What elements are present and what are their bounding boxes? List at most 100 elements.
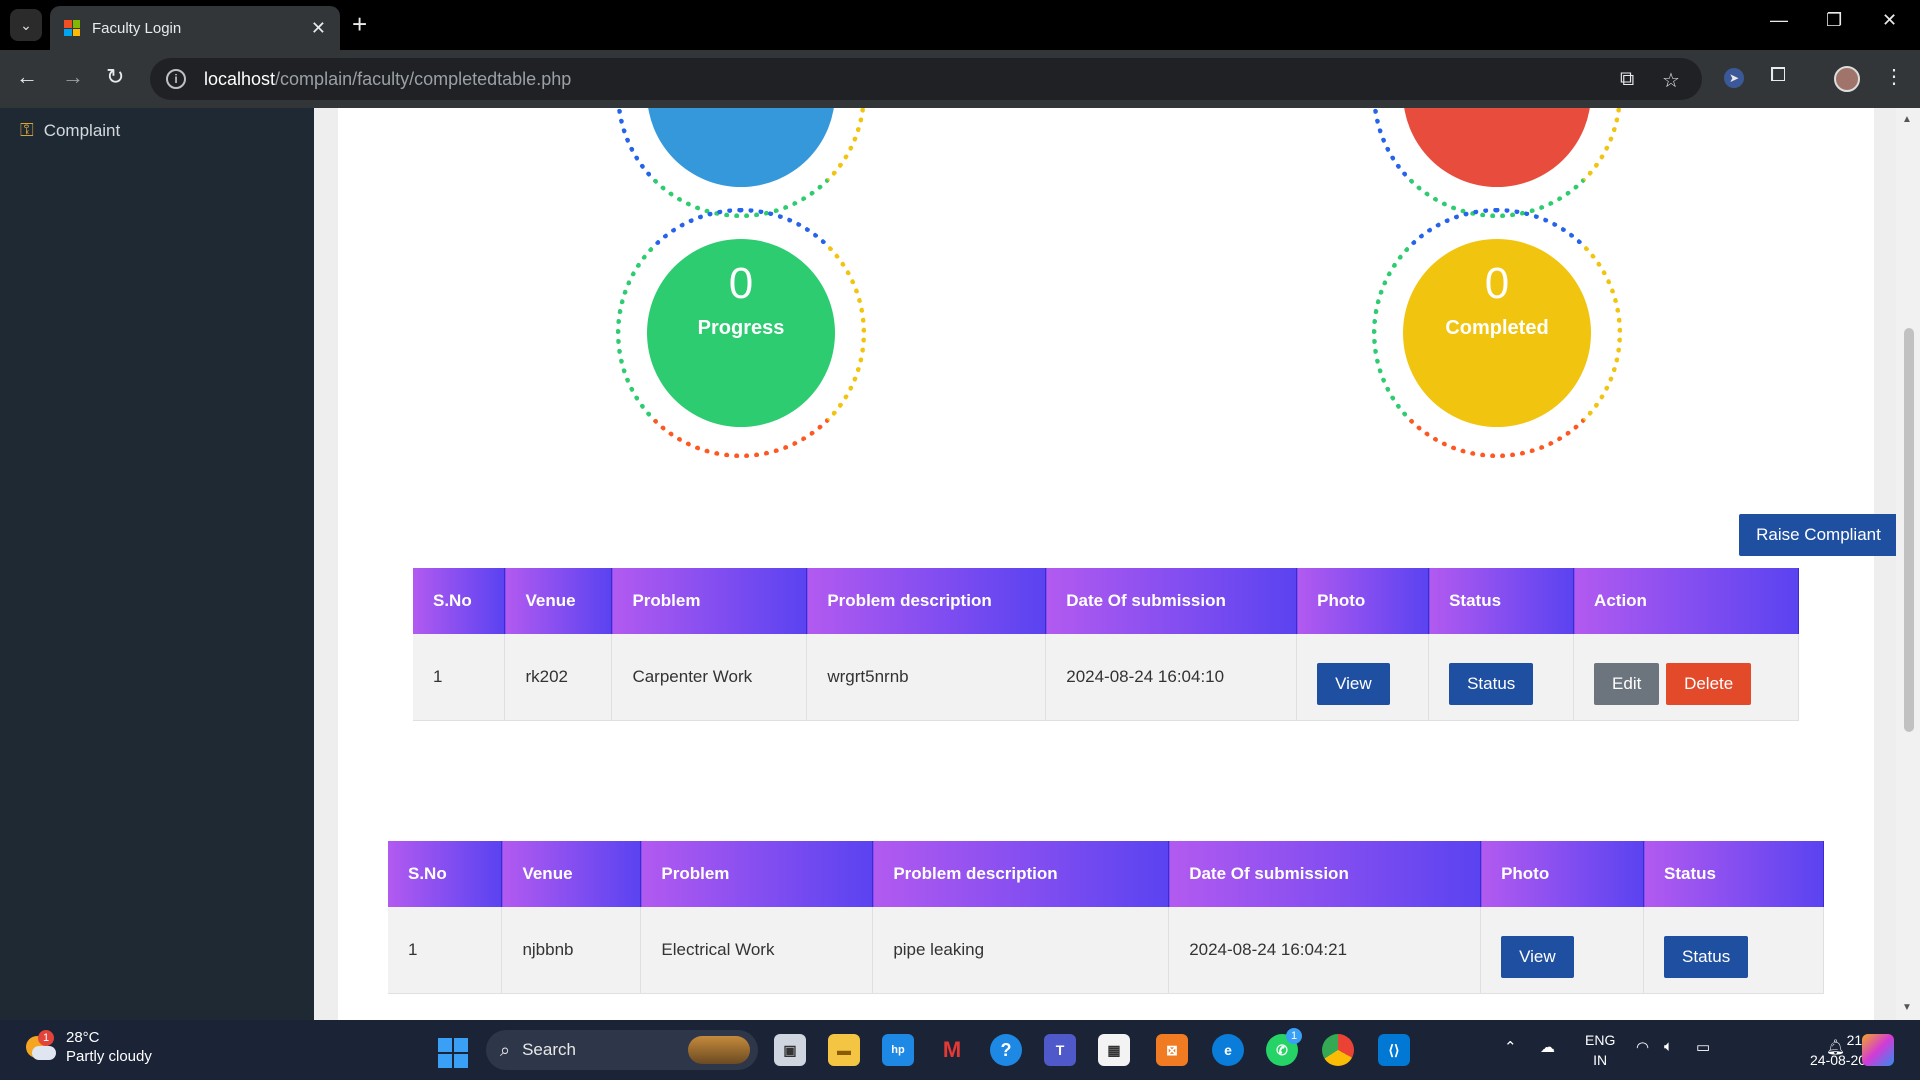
stat-circle-progress: 0 Progress [616,208,866,458]
cell-photo: View [1480,907,1645,994]
delete-button[interactable]: Delete [1666,662,1752,705]
xampp-icon[interactable]: ⊠ [1156,1034,1188,1066]
volume-icon[interactable]: 🔈︎ [1664,1038,1673,1055]
task-view-icon[interactable]: ▣ [774,1034,806,1066]
completed-count: 0 [1484,259,1510,308]
kebab-menu-icon[interactable]: ⋮ [1884,64,1904,89]
sidebar: ⚿ Complaint [0,108,314,1020]
cell-sno: 1 [413,634,506,721]
file-explorer-icon[interactable]: ▬ [828,1034,860,1066]
scroll-up-icon[interactable]: ▲ [1902,114,1912,125]
extensions-puzzle-icon[interactable]: ⧠ [1770,64,1786,87]
search-icon: ⌕ [500,1039,511,1060]
site-info-icon[interactable]: i [166,69,186,89]
address-bar[interactable]: i localhost/complain/faculty/completedta… [150,58,1702,100]
close-window-icon[interactable]: ✕ [1882,10,1897,31]
weather-badge: 1 [38,1030,54,1046]
windows-start-icon[interactable] [438,1038,468,1068]
view-photo-button[interactable]: View [1501,935,1574,978]
weather-widget[interactable]: 1 28°C Partly cloudy [22,1028,152,1066]
column-header: Problem description [806,568,1047,634]
browser-toolbar: ← → ↻ i localhost/complain/faculty/compl… [0,50,1920,108]
progress-label: Progress [697,317,785,339]
close-tab-icon[interactable]: ✕ [311,18,326,39]
new-tab-button[interactable]: + [352,10,367,38]
lang-top: ENG [1585,1032,1616,1048]
completed-disc: 0 Completed [1403,239,1591,427]
cell-venue: rk202 [504,634,613,721]
scroll-down-icon[interactable]: ▼ [1902,1002,1912,1013]
chrome-icon[interactable] [1322,1034,1354,1066]
extension-cursor-icon[interactable]: ➤ [1724,68,1744,88]
cell-venue: njbbnb [501,907,642,994]
complaints-table: S.No Venue Problem Problem description D… [413,568,1799,721]
main-content: 0 Progress 0 Completed Raise Compliant S… [314,108,1896,1020]
profile-avatar[interactable] [1834,66,1860,92]
restore-icon[interactable]: ❐ [1826,10,1842,31]
page-scrollbar[interactable]: ▲ ▼ [1896,108,1920,1020]
completed-table: S.No Venue Problem Problem description D… [388,841,1824,994]
myhp-icon[interactable]: hp [882,1034,914,1066]
column-header: S.No [413,568,506,634]
status-button[interactable]: Status [1449,662,1534,705]
store-icon[interactable]: ▦ [1098,1034,1130,1066]
wifi-icon[interactable]: ◠ [1636,1038,1649,1056]
weather-desc: Partly cloudy [66,1048,152,1065]
lang-bottom: IN [1593,1052,1608,1068]
copilot-icon[interactable] [1862,1034,1894,1066]
column-header: Action [1573,568,1799,634]
status-button[interactable]: Status [1664,935,1749,978]
cell-sno: 1 [388,907,503,994]
cell-status: Status [1428,634,1575,721]
back-icon[interactable]: ← [16,64,38,90]
sidebar-item-complaint[interactable]: ⚿ Complaint [20,120,120,141]
table-row: 1 rk202 Carpenter Work wrgrt5nrnb 2024-0… [413,634,1799,721]
taskbar-search[interactable]: ⌕ Search [486,1030,758,1070]
tab-search-button[interactable]: ⌄ [10,9,42,41]
column-header: Venue [501,841,642,907]
reload-icon[interactable]: ↻ [106,64,124,90]
language-indicator[interactable]: ENG IN [1585,1030,1615,1070]
table-header-row: S.No Venue Problem Problem description D… [413,568,1799,634]
notification-bell-icon[interactable]: 🔔︎ [1826,1038,1845,1056]
edge-icon[interactable]: e [1212,1034,1244,1066]
browser-tab[interactable]: Faculty Login ✕ [50,6,340,50]
tab-title: Faculty Login [92,19,182,37]
show-hidden-icons-icon[interactable]: ⌃ [1504,1038,1517,1056]
help-icon[interactable]: ? [990,1034,1022,1066]
cell-date: 2024-08-24 16:04:21 [1168,907,1482,994]
vscode-icon[interactable]: ⟨⟩ [1378,1034,1410,1066]
table-header-row: S.No Venue Problem Problem description D… [388,841,1824,907]
minimize-icon[interactable]: — [1770,10,1788,31]
search-highlight-image [688,1036,750,1064]
raise-complaint-button[interactable]: Raise Compliant [1739,514,1896,556]
taskbar-search-label: Search [522,1040,576,1059]
stat-circle-top-left [616,108,866,218]
chevron-down-icon: ⌄ [20,16,32,33]
stat-circle-completed: 0 Completed [1372,208,1622,458]
column-header: Photo [1296,568,1430,634]
scroll-thumb[interactable] [1904,328,1914,732]
bookmark-star-icon[interactable]: ☆ [1662,68,1680,93]
view-photo-button[interactable]: View [1317,662,1390,705]
stat-circle-top-right [1372,108,1622,218]
cell-description: pipe leaking [872,907,1170,994]
cell-problem: Electrical Work [640,907,874,994]
translate-icon[interactable]: ⧉ [1620,68,1634,91]
battery-icon[interactable]: ▭ [1696,1038,1710,1056]
url-host: localhost [204,68,276,89]
onedrive-icon[interactable]: ☁ [1540,1038,1555,1056]
keys-icon: ⚿ [20,120,34,140]
content-card: 0 Progress 0 Completed Raise Compliant S… [338,108,1896,1020]
progress-disc: 0 Progress [647,239,835,427]
edit-button[interactable]: Edit [1594,662,1660,705]
teams-icon[interactable]: T [1044,1034,1076,1066]
mcafee-icon[interactable]: M [936,1034,968,1066]
column-header: Photo [1480,841,1645,907]
cell-description: wrgrt5nrnb [806,634,1047,721]
sidebar-item-label: Complaint [43,120,121,140]
weather-temp: 28°C [66,1029,100,1046]
column-header: Status [1643,841,1824,907]
column-header: Problem description [872,841,1170,907]
forward-icon[interactable]: → [62,64,84,90]
